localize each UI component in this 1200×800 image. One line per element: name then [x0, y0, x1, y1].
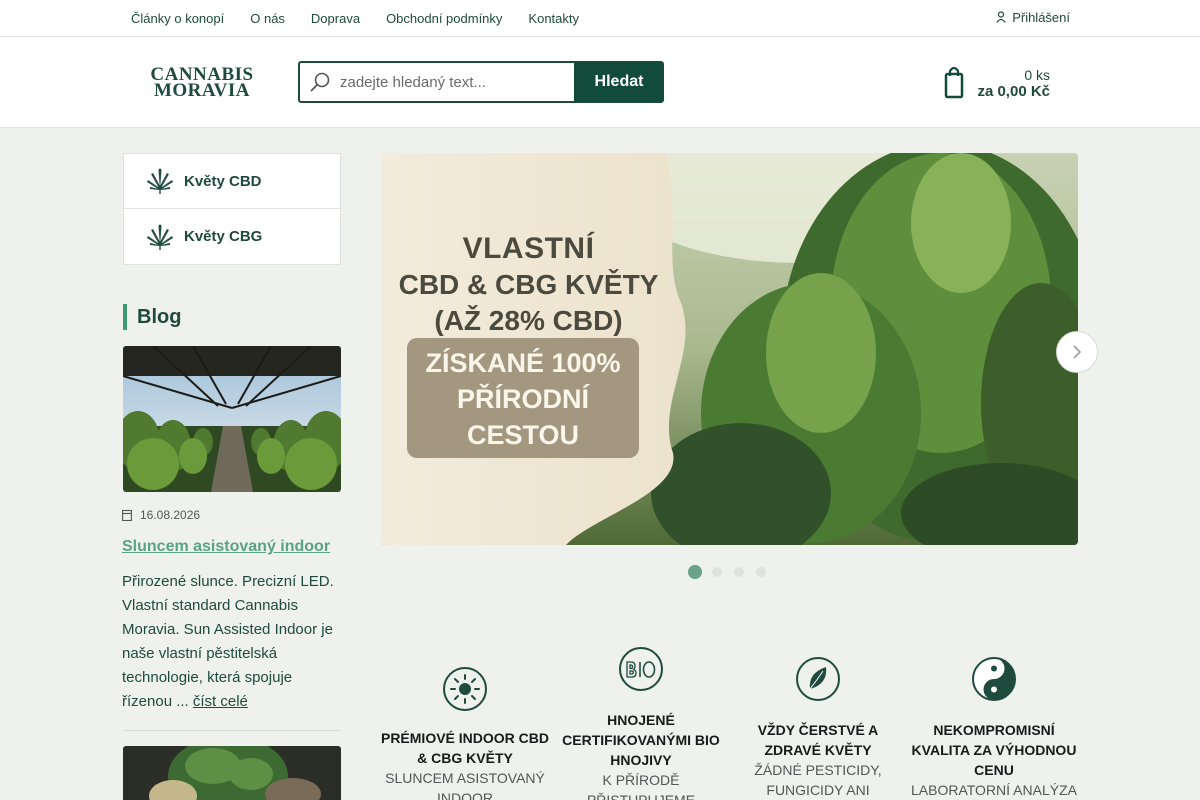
blog-post-image[interactable] [123, 346, 341, 492]
slider-dot-2[interactable] [712, 567, 722, 577]
blog-post-excerpt: Přirozené slunce. Precizní LED. Vlastní … [122, 570, 344, 714]
feature-title: Nekompromisní kvalita za výhodnou cenu [911, 722, 1077, 778]
hero-badge-line-2: PŘÍRODNÍ [456, 384, 589, 414]
sun-icon [443, 667, 487, 711]
cart-widget[interactable]: 0 ks za 0,00 Kč [944, 65, 1050, 105]
slider-dot-4[interactable] [756, 567, 766, 577]
search-input[interactable] [340, 63, 574, 101]
hero-badge-line-1: ZÍSKANÉ 100% [425, 348, 621, 378]
hero-badge: ZÍSKANÉ 100% PŘÍRODNÍ CESTOU [407, 338, 639, 458]
blog-post-date-text: 16.08.2026 [140, 508, 201, 522]
site-header: CANNABIS MORAVIA Hledat 0 ks za 0,00 Kč [0, 37, 1200, 128]
hero-line-1: VLASTNÍ [462, 232, 595, 265]
site-logo[interactable]: CANNABIS MORAVIA [150, 65, 254, 101]
cart-count: 0 ks [1024, 67, 1050, 83]
login-label: Přihlášení [1012, 9, 1070, 25]
read-more-link[interactable]: číst celé [193, 693, 248, 710]
nav-link-kontakty[interactable]: Kontakty [515, 11, 592, 26]
hero-badge-line-3: CESTOU [466, 420, 580, 450]
calendar-icon [122, 509, 132, 521]
nav-link-o-nas[interactable]: O nás [237, 11, 298, 26]
blog-post-title-link[interactable]: Sluncem asistovaný indoor [122, 538, 330, 556]
feature-quality: Nekompromisní kvalita za výhodnou cenu L… [909, 656, 1079, 800]
login-link[interactable]: Přihlášení [996, 0, 1070, 34]
hero-slider[interactable]: VLASTNÍ CBD & CBG KVĚTY (AŽ 28% CBD) ZÍS… [381, 153, 1078, 545]
category-item-cbd[interactable]: Květy CBD [124, 154, 340, 209]
blog-heading: Blog [123, 304, 181, 330]
cannabis-leaf-icon [147, 223, 173, 250]
nav-link-clanky[interactable]: Články o konopí [118, 11, 237, 26]
nav-link-obchodni-podminky[interactable]: Obchodní podmínky [373, 11, 515, 26]
hero-line-3: (AŽ 28% CBD) [434, 305, 623, 336]
feature-subtitle: Laboratorní analýza [911, 782, 1077, 798]
feature-premium-indoor: Prémiové indoor CBD & CBG květy Sluncem … [380, 666, 550, 800]
hero-line-2: CBD & CBG KVĚTY [398, 269, 659, 300]
feature-subtitle: K přírodě přistupujeme [586, 772, 696, 800]
category-item-cbg[interactable]: Květy CBG [124, 209, 340, 264]
user-icon [996, 11, 1006, 23]
slider-next-button[interactable] [1056, 331, 1098, 373]
shopping-bag-icon [944, 66, 964, 99]
slider-dot-1[interactable] [688, 565, 702, 579]
leaf-icon [796, 657, 840, 701]
top-nav: Články o konopí O nás Doprava Obchodní p… [118, 0, 592, 36]
cart-total: za 0,00 Kč [977, 83, 1050, 100]
top-bar: Články o konopí O nás Doprava Obchodní p… [0, 0, 1200, 37]
bio-icon [619, 647, 663, 691]
search-box: Hledat [298, 61, 664, 103]
slider-dots [688, 565, 778, 579]
category-menu: Květy CBD Květy CBG [123, 153, 341, 265]
chevron-right-icon [1073, 345, 1082, 359]
feature-title: Hnojené certifikovanými BIO hnojivy [562, 712, 720, 768]
blog-post-excerpt-text: Přirozené slunce. Precizní LED. Vlastní … [122, 573, 334, 710]
yin-yang-icon [972, 657, 1016, 701]
feature-bio: Hnojené certifikovanými BIO hnojivy K př… [556, 646, 726, 800]
category-label: Květy CBG [184, 228, 263, 245]
category-label: Květy CBD [184, 172, 262, 190]
search-icon [300, 63, 340, 101]
feature-fresh: Vždy čerstvé a zdravé květy Žádné pestic… [733, 656, 903, 800]
feature-title: Vždy čerstvé a zdravé květy [757, 722, 879, 758]
blog-divider [123, 730, 341, 731]
cannabis-leaf-icon [147, 168, 173, 194]
hero-headline: VLASTNÍ CBD & CBG KVĚTY (AŽ 28% CBD) [381, 231, 676, 339]
feature-subtitle: Žádné pesticidy, fungicidy ani [754, 762, 882, 798]
nav-link-doprava[interactable]: Doprava [298, 11, 373, 26]
blog-post-image-2[interactable] [123, 746, 341, 800]
feature-title: Prémiové indoor CBD & CBG květy [380, 730, 549, 766]
slider-dot-3[interactable] [734, 567, 744, 577]
search-button[interactable]: Hledat [574, 62, 664, 102]
logo-line-2: MORAVIA [153, 80, 251, 101]
feature-subtitle: Sluncem asistovaný indoor [385, 770, 545, 800]
blog-post-date: 16.08.2026 [122, 508, 200, 522]
